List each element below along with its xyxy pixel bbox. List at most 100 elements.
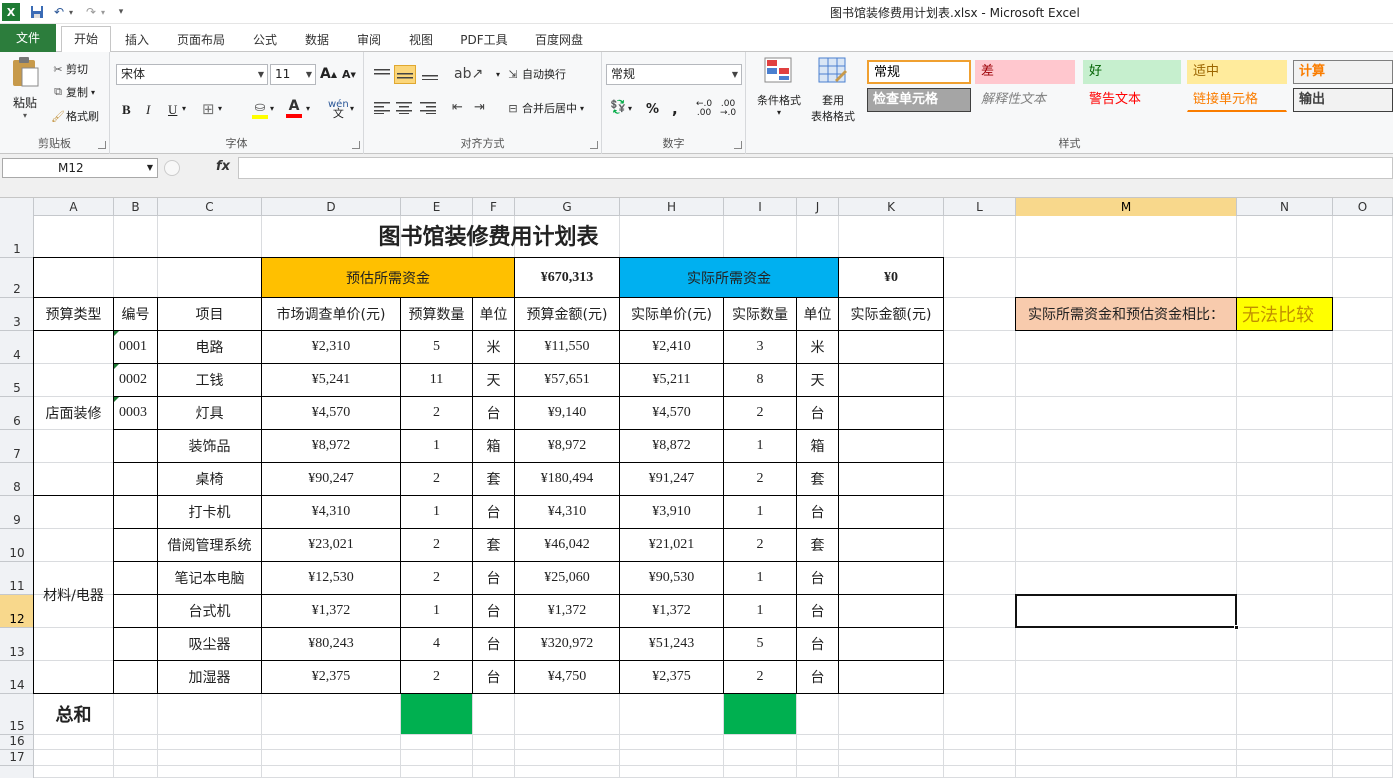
- phonetic-icon[interactable]: wén 文: [328, 100, 349, 120]
- column-title[interactable]: 实际金额(元): [839, 298, 943, 330]
- align-right-icon[interactable]: [420, 102, 436, 114]
- select-all-corner[interactable]: [0, 198, 34, 216]
- item-cell-aunit[interactable]: 箱: [797, 430, 838, 462]
- item-cell-qty[interactable]: 4: [401, 628, 472, 660]
- column-title[interactable]: 市场调查单价(元): [262, 298, 400, 330]
- item-cell-aprice[interactable]: ¥5,211: [620, 364, 723, 396]
- item-cell-qty[interactable]: 2: [401, 661, 472, 693]
- item-cell-amount[interactable]: ¥8,972: [515, 430, 619, 462]
- item-cell-amount[interactable]: ¥320,972: [515, 628, 619, 660]
- item-cell-code[interactable]: 0001: [114, 331, 157, 363]
- item-cell-aprice[interactable]: ¥1,372: [620, 595, 723, 627]
- total-actual-qty[interactable]: [724, 694, 796, 734]
- item-cell-qty[interactable]: 5: [401, 331, 472, 363]
- item-cell-price[interactable]: ¥12,530: [262, 562, 400, 594]
- column-title[interactable]: 预算金额(元): [515, 298, 619, 330]
- copy-button[interactable]: ⧉ 复制 ▾: [50, 83, 95, 101]
- item-cell-name[interactable]: 吸尘器: [158, 628, 261, 660]
- tab-baidu-netdisk[interactable]: 百度网盘: [526, 28, 592, 52]
- decrease-decimal-icon[interactable]: .00 →.0: [720, 100, 736, 118]
- row-header-9[interactable]: 9: [0, 496, 34, 529]
- item-cell-qty[interactable]: 2: [401, 562, 472, 594]
- column-title[interactable]: 单位: [473, 298, 514, 330]
- align-middle-icon[interactable]: [394, 65, 416, 84]
- fill-color-icon[interactable]: ⛀: [252, 100, 268, 119]
- shrink-font-icon[interactable]: A ▼: [342, 68, 356, 81]
- item-cell-code[interactable]: [114, 562, 157, 594]
- tab-formulas[interactable]: 公式: [244, 28, 286, 52]
- item-cell-code[interactable]: [114, 430, 157, 462]
- row-header-4[interactable]: 4: [0, 331, 34, 364]
- item-cell-aqty[interactable]: 1: [724, 496, 796, 528]
- item-cell-aamount[interactable]: [839, 397, 943, 429]
- row-header-2[interactable]: 2: [0, 258, 34, 298]
- save-icon[interactable]: [28, 3, 46, 21]
- row-header-5[interactable]: 5: [0, 364, 34, 397]
- item-cell-aprice[interactable]: ¥90,530: [620, 562, 723, 594]
- format-painter-button[interactable]: 🖌 格式刷: [50, 107, 99, 125]
- item-cell-amount[interactable]: ¥1,372: [515, 595, 619, 627]
- insert-function-icon[interactable]: fx: [216, 159, 230, 174]
- wrap-text-button[interactable]: ⇲ 自动换行: [504, 66, 566, 82]
- font-color-dropdown-icon[interactable]: ▾: [306, 104, 310, 113]
- item-cell-price[interactable]: ¥2,375: [262, 661, 400, 693]
- decrease-indent-icon[interactable]: ⇤: [452, 100, 463, 115]
- merge-center-button[interactable]: ⊟ 合并后居中 ▾: [504, 100, 584, 116]
- item-cell-aqty[interactable]: 2: [724, 529, 796, 561]
- item-cell-price[interactable]: ¥5,241: [262, 364, 400, 396]
- item-cell-aamount[interactable]: [839, 331, 943, 363]
- item-cell-aprice[interactable]: ¥8,872: [620, 430, 723, 462]
- row-header-8[interactable]: 8: [0, 463, 34, 496]
- item-cell-aunit[interactable]: 米: [797, 331, 838, 363]
- number-launcher-icon[interactable]: [734, 141, 742, 149]
- item-cell-qty[interactable]: 11: [401, 364, 472, 396]
- column-header-G[interactable]: G: [515, 198, 620, 216]
- item-cell-aunit[interactable]: 台: [797, 562, 838, 594]
- column-title[interactable]: 实际数量: [724, 298, 796, 330]
- tab-review[interactable]: 审阅: [348, 28, 390, 52]
- font-name-select[interactable]: 宋体 ▼: [116, 64, 268, 85]
- item-cell-unit[interactable]: 台: [473, 397, 514, 429]
- column-header-E[interactable]: E: [401, 198, 473, 216]
- item-cell-code[interactable]: [114, 595, 157, 627]
- item-cell-name[interactable]: 桌椅: [158, 463, 261, 495]
- cell-style-1[interactable]: 差: [975, 60, 1075, 84]
- item-cell-unit[interactable]: 天: [473, 364, 514, 396]
- column-header-D[interactable]: D: [262, 198, 401, 216]
- comma-style-icon[interactable]: ,: [672, 100, 678, 118]
- column-header-N[interactable]: N: [1237, 198, 1333, 216]
- item-cell-aprice[interactable]: ¥2,375: [620, 661, 723, 693]
- item-cell-amount[interactable]: ¥4,750: [515, 661, 619, 693]
- item-cell-unit[interactable]: 套: [473, 463, 514, 495]
- cell-style-0[interactable]: 常规: [867, 60, 971, 84]
- tab-data[interactable]: 数据: [296, 28, 338, 52]
- item-cell-price[interactable]: ¥8,972: [262, 430, 400, 462]
- item-cell-aamount[interactable]: [839, 628, 943, 660]
- item-cell-aprice[interactable]: ¥21,021: [620, 529, 723, 561]
- item-cell-unit[interactable]: 箱: [473, 430, 514, 462]
- item-cell-aamount[interactable]: [839, 661, 943, 693]
- cell-style-7[interactable]: 警告文本: [1083, 88, 1181, 112]
- orientation-icon[interactable]: ab↗: [454, 66, 483, 82]
- column-header-A[interactable]: A: [34, 198, 114, 216]
- row-header-17[interactable]: 17: [0, 750, 34, 766]
- item-cell-code[interactable]: [114, 463, 157, 495]
- cell-style-6[interactable]: 解释性文本: [975, 88, 1075, 112]
- estimated-funds-label[interactable]: 预估所需资金: [262, 258, 514, 297]
- row-header-11[interactable]: 11: [0, 562, 34, 595]
- compare-value[interactable]: 无法比较: [1237, 298, 1332, 330]
- column-header-M[interactable]: M: [1016, 198, 1237, 216]
- undo-dropdown-icon[interactable]: ▾: [66, 3, 76, 21]
- item-cell-name[interactable]: 灯具: [158, 397, 261, 429]
- item-cell-aqty[interactable]: 2: [724, 397, 796, 429]
- increase-decimal-icon[interactable]: ←.0.00: [696, 100, 712, 118]
- font-launcher-icon[interactable]: [352, 141, 360, 149]
- column-title[interactable]: 单位: [797, 298, 838, 330]
- item-cell-price[interactable]: ¥2,310: [262, 331, 400, 363]
- underline-dropdown-icon[interactable]: ▾: [182, 104, 186, 113]
- category-materials-electrical[interactable]: 材料/电器: [34, 496, 113, 693]
- worksheet-grid[interactable]: ABCDEFGHIJKLMNO 1 2 3 4 5 6 7 8 9 10 11 12 13 14 15 16 1…: [0, 198, 1393, 778]
- item-cell-aamount[interactable]: [839, 364, 943, 396]
- row-header-13[interactable]: 13: [0, 628, 34, 661]
- percent-icon[interactable]: %: [646, 102, 659, 117]
